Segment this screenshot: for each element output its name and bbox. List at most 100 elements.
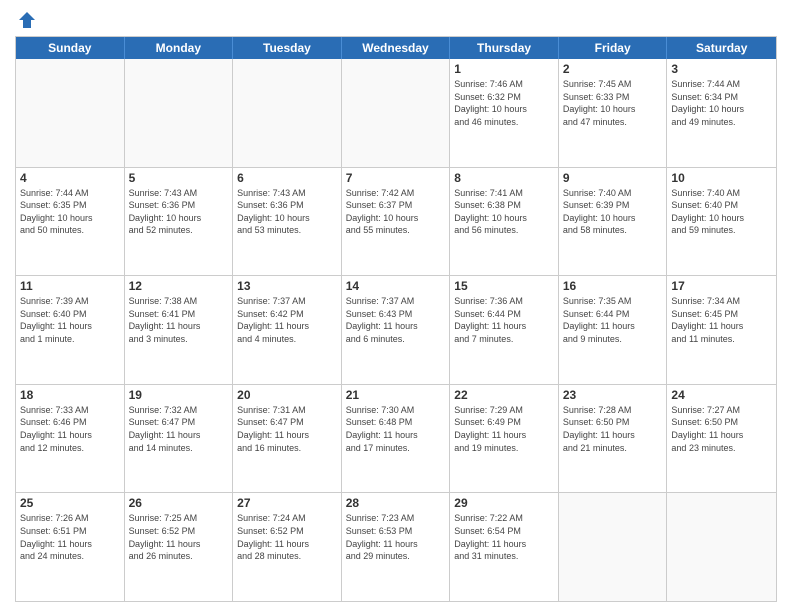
day-number: 4 xyxy=(20,171,120,185)
day-info: Sunrise: 7:38 AM Sunset: 6:41 PM Dayligh… xyxy=(129,295,229,345)
calendar-row-5: 25 Sunrise: 7:26 AM Sunset: 6:51 PM Dayli… xyxy=(16,493,776,601)
day-header-thursday: Thursday xyxy=(450,37,559,59)
day-number: 17 xyxy=(671,279,772,293)
day-info: Sunrise: 7:32 AM Sunset: 6:47 PM Dayligh… xyxy=(129,404,229,454)
day-number: 3 xyxy=(671,62,772,76)
day-number: 6 xyxy=(237,171,337,185)
calendar-cell: 11Sunrise: 7:39 AM Sunset: 6:40 PM Dayli… xyxy=(16,276,125,384)
calendar-header: SundayMondayTuesdayWednesdayThursdayFrid… xyxy=(16,37,776,59)
day-info: Sunrise: 7:45 AM Sunset: 6:33 PM Dayligh… xyxy=(563,78,663,128)
day-number: 23 xyxy=(563,388,663,402)
day-number: 29 xyxy=(454,496,554,510)
calendar-cell: 9 Sunrise: 7:40 AM Sunset: 6:39 PM Daylig… xyxy=(559,168,668,276)
calendar-cell: 24 Sunrise: 7:27 AM Sunset: 6:50 PM Dayli… xyxy=(667,385,776,493)
day-info: Sunrise: 7:29 AM Sunset: 6:49 PM Dayligh… xyxy=(454,404,554,454)
calendar-cell: 8Sunrise: 7:41 AM Sunset: 6:38 PM Daylig… xyxy=(450,168,559,276)
day-info: Sunrise: 7:33 AM Sunset: 6:46 PM Dayligh… xyxy=(20,404,120,454)
day-number: 20 xyxy=(237,388,337,402)
day-number: 24 xyxy=(671,388,772,402)
day-number: 12 xyxy=(129,279,229,293)
day-info: Sunrise: 7:36 AM Sunset: 6:44 PM Dayligh… xyxy=(454,295,554,345)
calendar-cell: 4 Sunrise: 7:44 AM Sunset: 6:35 PM Daylig… xyxy=(16,168,125,276)
calendar-cell: 25 Sunrise: 7:26 AM Sunset: 6:51 PM Dayli… xyxy=(16,493,125,601)
day-info: Sunrise: 7:35 AM Sunset: 6:44 PM Dayligh… xyxy=(563,295,663,345)
day-number: 13 xyxy=(237,279,337,293)
calendar-cell: 28 Sunrise: 7:23 AM Sunset: 6:53 PM Dayli… xyxy=(342,493,451,601)
calendar-cell: 23 Sunrise: 7:28 AM Sunset: 6:50 PM Dayli… xyxy=(559,385,668,493)
calendar-cell: 16 Sunrise: 7:35 AM Sunset: 6:44 PM Dayli… xyxy=(559,276,668,384)
day-number: 10 xyxy=(671,171,772,185)
calendar-cell: 21 Sunrise: 7:30 AM Sunset: 6:48 PM Dayli… xyxy=(342,385,451,493)
day-info: Sunrise: 7:43 AM Sunset: 6:36 PM Dayligh… xyxy=(237,187,337,237)
day-info: Sunrise: 7:40 AM Sunset: 6:39 PM Dayligh… xyxy=(563,187,663,237)
calendar-cell xyxy=(125,59,234,167)
day-info: Sunrise: 7:31 AM Sunset: 6:47 PM Dayligh… xyxy=(237,404,337,454)
calendar-cell: 13 Sunrise: 7:37 AM Sunset: 6:42 PM Dayli… xyxy=(233,276,342,384)
day-info: Sunrise: 7:34 AM Sunset: 6:45 PM Dayligh… xyxy=(671,295,772,345)
day-number: 21 xyxy=(346,388,446,402)
day-info: Sunrise: 7:44 AM Sunset: 6:35 PM Dayligh… xyxy=(20,187,120,237)
day-info: Sunrise: 7:26 AM Sunset: 6:51 PM Dayligh… xyxy=(20,512,120,562)
day-info: Sunrise: 7:24 AM Sunset: 6:52 PM Dayligh… xyxy=(237,512,337,562)
calendar-row-2: 4 Sunrise: 7:44 AM Sunset: 6:35 PM Daylig… xyxy=(16,168,776,277)
day-number: 22 xyxy=(454,388,554,402)
day-number: 27 xyxy=(237,496,337,510)
day-header-wednesday: Wednesday xyxy=(342,37,451,59)
calendar-cell xyxy=(342,59,451,167)
logo xyxy=(15,10,37,30)
day-number: 5 xyxy=(129,171,229,185)
day-number: 25 xyxy=(20,496,120,510)
calendar-cell: 2 Sunrise: 7:45 AM Sunset: 6:33 PM Daylig… xyxy=(559,59,668,167)
day-info: Sunrise: 7:40 AM Sunset: 6:40 PM Dayligh… xyxy=(671,187,772,237)
day-info: Sunrise: 7:37 AM Sunset: 6:43 PM Dayligh… xyxy=(346,295,446,345)
day-number: 26 xyxy=(129,496,229,510)
calendar: SundayMondayTuesdayWednesdayThursdayFrid… xyxy=(15,36,777,602)
calendar-cell: 7Sunrise: 7:42 AM Sunset: 6:37 PM Daylig… xyxy=(342,168,451,276)
calendar-cell: 1 Sunrise: 7:46 AM Sunset: 6:32 PM Daylig… xyxy=(450,59,559,167)
calendar-cell: 12 Sunrise: 7:38 AM Sunset: 6:41 PM Dayli… xyxy=(125,276,234,384)
day-info: Sunrise: 7:28 AM Sunset: 6:50 PM Dayligh… xyxy=(563,404,663,454)
calendar-row-3: 11Sunrise: 7:39 AM Sunset: 6:40 PM Dayli… xyxy=(16,276,776,385)
calendar-cell: 22 Sunrise: 7:29 AM Sunset: 6:49 PM Dayli… xyxy=(450,385,559,493)
calendar-cell: 6 Sunrise: 7:43 AM Sunset: 6:36 PM Daylig… xyxy=(233,168,342,276)
day-number: 18 xyxy=(20,388,120,402)
day-number: 8 xyxy=(454,171,554,185)
calendar-cell: 14 Sunrise: 7:37 AM Sunset: 6:43 PM Dayli… xyxy=(342,276,451,384)
calendar-cell: 3 Sunrise: 7:44 AM Sunset: 6:34 PM Daylig… xyxy=(667,59,776,167)
day-info: Sunrise: 7:43 AM Sunset: 6:36 PM Dayligh… xyxy=(129,187,229,237)
day-info: Sunrise: 7:22 AM Sunset: 6:54 PM Dayligh… xyxy=(454,512,554,562)
calendar-cell: 10 Sunrise: 7:40 AM Sunset: 6:40 PM Dayli… xyxy=(667,168,776,276)
calendar-cell: 15 Sunrise: 7:36 AM Sunset: 6:44 PM Dayli… xyxy=(450,276,559,384)
calendar-cell: 5 Sunrise: 7:43 AM Sunset: 6:36 PM Daylig… xyxy=(125,168,234,276)
calendar-cell: 17 Sunrise: 7:34 AM Sunset: 6:45 PM Dayli… xyxy=(667,276,776,384)
day-number: 16 xyxy=(563,279,663,293)
day-header-friday: Friday xyxy=(559,37,668,59)
day-info: Sunrise: 7:39 AM Sunset: 6:40 PM Dayligh… xyxy=(20,295,120,345)
calendar-cell: 26 Sunrise: 7:25 AM Sunset: 6:52 PM Dayli… xyxy=(125,493,234,601)
day-header-monday: Monday xyxy=(125,37,234,59)
day-number: 14 xyxy=(346,279,446,293)
calendar-cell: 20 Sunrise: 7:31 AM Sunset: 6:47 PM Dayli… xyxy=(233,385,342,493)
day-info: Sunrise: 7:44 AM Sunset: 6:34 PM Dayligh… xyxy=(671,78,772,128)
calendar-cell xyxy=(667,493,776,601)
day-number: 2 xyxy=(563,62,663,76)
day-number: 9 xyxy=(563,171,663,185)
day-header-sunday: Sunday xyxy=(16,37,125,59)
calendar-row-4: 18 Sunrise: 7:33 AM Sunset: 6:46 PM Dayli… xyxy=(16,385,776,494)
day-number: 28 xyxy=(346,496,446,510)
day-number: 1 xyxy=(454,62,554,76)
calendar-cell: 29 Sunrise: 7:22 AM Sunset: 6:54 PM Dayli… xyxy=(450,493,559,601)
calendar-row-1: 1 Sunrise: 7:46 AM Sunset: 6:32 PM Daylig… xyxy=(16,59,776,168)
calendar-cell xyxy=(233,59,342,167)
calendar-cell: 27 Sunrise: 7:24 AM Sunset: 6:52 PM Dayli… xyxy=(233,493,342,601)
day-info: Sunrise: 7:23 AM Sunset: 6:53 PM Dayligh… xyxy=(346,512,446,562)
day-number: 15 xyxy=(454,279,554,293)
day-info: Sunrise: 7:37 AM Sunset: 6:42 PM Dayligh… xyxy=(237,295,337,345)
page-header xyxy=(15,10,777,30)
day-number: 19 xyxy=(129,388,229,402)
day-info: Sunrise: 7:27 AM Sunset: 6:50 PM Dayligh… xyxy=(671,404,772,454)
day-info: Sunrise: 7:25 AM Sunset: 6:52 PM Dayligh… xyxy=(129,512,229,562)
calendar-cell xyxy=(559,493,668,601)
day-info: Sunrise: 7:30 AM Sunset: 6:48 PM Dayligh… xyxy=(346,404,446,454)
day-info: Sunrise: 7:46 AM Sunset: 6:32 PM Dayligh… xyxy=(454,78,554,128)
